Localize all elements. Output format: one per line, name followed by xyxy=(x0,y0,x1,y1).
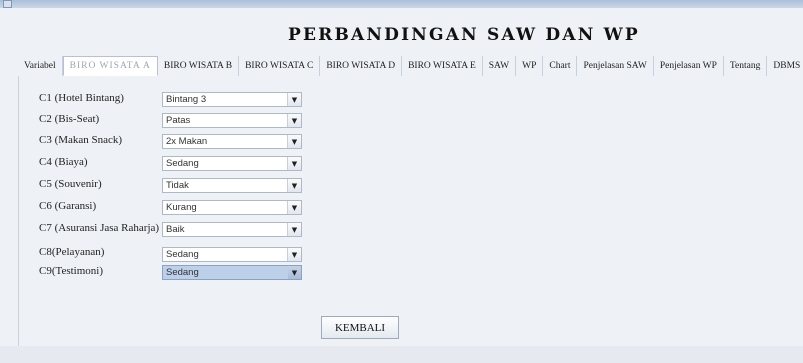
tab-biro-wisata-d[interactable]: BIRO WISATA D xyxy=(320,56,403,76)
tab-bar: Variabel BIRO WISATA A BIRO WISATA B BIR… xyxy=(18,56,803,77)
criterion-value-c9: Sedang xyxy=(166,267,199,278)
criterion-select-c1[interactable]: Bintang 3 ▼ xyxy=(162,92,302,107)
criterion-label-c7: C7 (Asuransi Jasa Raharja) xyxy=(39,222,160,234)
chevron-down-icon[interactable]: ▼ xyxy=(287,248,301,261)
criterion-label-c9: C9(Testimoni) xyxy=(39,265,104,277)
title-bar[interactable] xyxy=(0,0,803,8)
tab-tentang[interactable]: Tentang xyxy=(723,56,768,76)
tab-wp[interactable]: WP xyxy=(516,56,544,76)
criterion-select-c9[interactable]: Sedang ▼ xyxy=(162,265,302,280)
criterion-label-c3: C3 (Makan Snack) xyxy=(39,134,123,146)
criterion-value-c4: Sedang xyxy=(166,158,199,169)
tab-panel-biro-wisata-a: C1 (Hotel Bintang) Bintang 3 ▼ C2 (Bis-S… xyxy=(18,76,803,346)
chevron-down-icon[interactable]: ▼ xyxy=(287,201,301,214)
criterion-label-c6: C6 (Garansi) xyxy=(39,200,97,212)
criterion-select-c7[interactable]: Baik ▼ xyxy=(162,222,302,237)
tab-chart[interactable]: Chart xyxy=(543,56,578,76)
criterion-label-c5: C5 (Souvenir) xyxy=(39,178,102,190)
criterion-label-c8: C8(Pelayanan) xyxy=(39,246,105,258)
criterion-value-c1: Bintang 3 xyxy=(166,94,207,105)
tab-variabel[interactable]: Variabel xyxy=(18,56,63,76)
tab-biro-wisata-a[interactable]: BIRO WISATA A xyxy=(62,56,158,76)
header: PERBANDINGAN SAW DAN WP xyxy=(0,8,803,53)
chevron-down-icon[interactable]: ▼ xyxy=(287,223,301,236)
page-title: PERBANDINGAN SAW DAN WP xyxy=(288,25,640,45)
bottom-strip xyxy=(0,346,803,363)
chevron-down-icon[interactable]: ▼ xyxy=(287,179,301,192)
chevron-down-icon[interactable]: ▼ xyxy=(287,135,301,148)
criterion-value-c7: Baik xyxy=(166,224,185,235)
criterion-select-c6[interactable]: Kurang ▼ xyxy=(162,200,302,215)
tab-biro-wisata-e[interactable]: BIRO WISATA E xyxy=(402,56,483,76)
criterion-value-c6: Kurang xyxy=(166,202,197,213)
criterion-select-c4[interactable]: Sedang ▼ xyxy=(162,156,302,171)
criterion-select-c8[interactable]: Sedang ▼ xyxy=(162,247,302,262)
back-button[interactable]: KEMBALI xyxy=(321,316,399,339)
criterion-label-c4: C4 (Biaya) xyxy=(39,156,88,168)
criterion-label-c2: C2 (Bis-Seat) xyxy=(39,113,100,125)
app-window: PERBANDINGAN SAW DAN WP Variabel BIRO WI… xyxy=(0,0,803,363)
criterion-value-c3: 2x Makan xyxy=(166,136,208,147)
criterion-select-c3[interactable]: 2x Makan ▼ xyxy=(162,134,302,149)
tab-biro-wisata-c[interactable]: BIRO WISATA C xyxy=(239,56,321,76)
tab-penjelasan-wp[interactable]: Penjelasan WP xyxy=(653,56,724,76)
criterion-select-c2[interactable]: Patas ▼ xyxy=(162,113,302,128)
chevron-down-icon[interactable]: ▼ xyxy=(287,266,301,279)
criterion-value-c2: Patas xyxy=(166,115,191,126)
tab-penjelasan-saw[interactable]: Penjelasan SAW xyxy=(577,56,654,76)
criterion-value-c5: Tidak xyxy=(166,180,189,191)
criterion-label-c1: C1 (Hotel Bintang) xyxy=(39,92,124,104)
chevron-down-icon[interactable]: ▼ xyxy=(287,93,301,106)
criterion-value-c8: Sedang xyxy=(166,249,199,260)
chevron-down-icon[interactable]: ▼ xyxy=(287,157,301,170)
tab-saw[interactable]: SAW xyxy=(482,56,517,76)
criterion-select-c5[interactable]: Tidak ▼ xyxy=(162,178,302,193)
tab-biro-wisata-b[interactable]: BIRO WISATA B xyxy=(157,56,240,76)
app-window-icon xyxy=(3,0,12,8)
tab-dbms[interactable]: DBMS xyxy=(767,56,803,76)
chevron-down-icon[interactable]: ▼ xyxy=(287,114,301,127)
